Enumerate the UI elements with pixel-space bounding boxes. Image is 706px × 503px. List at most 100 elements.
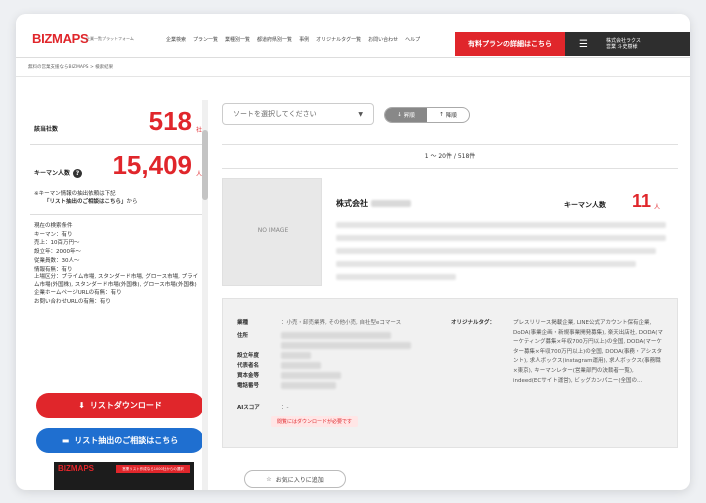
nav-original-tags[interactable]: オリジナルタグ一覧	[316, 36, 361, 43]
download-icon: ⬇	[78, 401, 85, 410]
card-keyman-unit: 人	[654, 204, 661, 211]
banner-logo: BIZMAPS	[58, 464, 94, 473]
search-sidebar: 該当社数 518 社 キーマン人数? 15,409 人 ※キーマン情報の抽出依頼…	[30, 98, 206, 490]
toggle-asc[interactable]: ↓ 昇順	[385, 108, 427, 122]
industry-value: ：小売・卸売業界, その他小売, 自社型eコマース	[281, 320, 402, 326]
nav-plans[interactable]: プラン一覧	[193, 36, 218, 43]
list-consult-button[interactable]: ▬ リスト抽出のご相談はこちら	[36, 428, 204, 453]
divider	[30, 144, 206, 145]
blurred-line	[281, 352, 311, 359]
site-header: BIZMAPS 企業一覧プラットフォーム 企業検索 プラン一覧 業種別一覧 都道…	[16, 14, 690, 58]
keyman-label-wrap: キーマン人数?	[34, 168, 83, 178]
hamburger-icon[interactable]: ☰	[579, 39, 588, 50]
detail-row: 電話番号	[237, 381, 437, 391]
sort-placeholder: ソートを選択してください	[233, 110, 317, 118]
bizmaps-logo[interactable]: BIZMAPS	[32, 31, 89, 46]
keyman-note: ※キーマン情報の抽出依頼は下記 「リスト抽出のご相談はこちら」から	[34, 190, 138, 206]
blurred-description	[336, 222, 670, 287]
blurred-line	[281, 382, 336, 389]
blurred-line	[336, 274, 456, 280]
nav-contact[interactable]: お問い合わせ	[368, 36, 398, 43]
sort-desc-icon: ↑	[439, 112, 444, 118]
toggle-desc[interactable]: ↑ 降順	[427, 108, 469, 122]
company-prefix: 株式会社	[336, 199, 368, 208]
company-info-box: 業種 ：小売・卸売業界, その他小売, 自社型eコマース 住所 設立年度 代表者名…	[222, 298, 678, 448]
add-favorite-button[interactable]: ☆ お気に入りに追加	[244, 470, 346, 488]
help-icon[interactable]: ?	[73, 169, 83, 178]
note-tail: から	[126, 199, 138, 205]
keyman-label: キーマン人数	[34, 170, 71, 177]
ai-score-value: ：-	[281, 405, 289, 411]
tags-label: オリジナルタグ：	[451, 320, 496, 326]
chat-icon: ▬	[61, 436, 70, 445]
conditions-title: 現在の検索条件	[34, 223, 73, 229]
consult-label: リスト抽出のご相談はこちら	[74, 436, 179, 445]
hits-stat: 該当社数 518 社	[30, 106, 206, 136]
detail-key: 設立年度	[237, 353, 260, 359]
condition-item: 設立年：2000年〜	[34, 249, 81, 256]
no-image-text: NO IMAGE	[257, 227, 289, 234]
divider	[222, 168, 678, 169]
detail-key: 電話番号	[237, 383, 260, 389]
company-name[interactable]: 株式会社	[336, 198, 411, 209]
account-user: 営業 斗史樹様	[605, 44, 638, 50]
results-panel: ソートを選択してください ▼ ↓ 昇順 ↑ 降順 1 〜 20件 / 518件 NO…	[222, 98, 678, 490]
consult-link[interactable]: 「リスト抽出のご相談はこちら」	[44, 199, 127, 205]
detail-key: 業種	[237, 320, 249, 326]
fav-label: お気に入りに追加	[275, 476, 324, 484]
hits-value: 518	[148, 106, 192, 136]
nav-cases[interactable]: 事例	[299, 36, 309, 43]
original-tags: オリジナルタグ： プレスリリース掲載企業, LINE公式アカウント保有企業, D…	[451, 319, 667, 386]
search-conditions: 現在の検索条件 キーマン：有り 売上：10百万円〜 設立年：2000年〜 従業員…	[34, 222, 202, 307]
blurred-line	[281, 372, 341, 379]
blurred-value	[281, 361, 431, 371]
keyman-value: 15,409	[112, 150, 192, 180]
detail-key: AIスコア	[237, 405, 260, 411]
card-keyman-label: キーマン人数	[564, 201, 606, 209]
condition-item: 上場区分：プライム市場, スタンダード市場, グロース市場, プライム市場(外国…	[34, 274, 199, 288]
nav-company-search[interactable]: 企業検索	[166, 36, 186, 43]
detail-row: 業種 ：小売・卸売業界, その他小売, 自社型eコマース	[237, 319, 437, 327]
detail-row: 住所	[237, 331, 437, 351]
promo-banner[interactable]: BIZMAPS 営業リスト作成なら1000社からの選択	[54, 462, 194, 490]
blurred-line	[281, 362, 321, 369]
nav-help[interactable]: ヘルプ	[405, 36, 420, 43]
caret-down-icon: ▼	[358, 110, 363, 118]
banner-tag: 営業リスト作成なら1000社からの選択	[116, 465, 190, 473]
download-required-badge: 閲覧にはダウンロードが必要です	[271, 416, 359, 427]
detail-row: 資本金等	[237, 371, 437, 381]
detail-key: 代表者名	[237, 363, 260, 369]
browser-frame: BIZMAPS 企業一覧プラットフォーム 企業検索 プラン一覧 業種別一覧 都道…	[16, 14, 690, 490]
star-icon: ☆	[266, 475, 272, 483]
condition-item: 情報有無：有り	[34, 266, 73, 273]
order-toggle[interactable]: ↓ 昇順 ↑ 降順	[384, 107, 470, 123]
divider	[222, 144, 678, 145]
paid-plan-button[interactable]: 有料プランの詳細はこちら	[455, 32, 565, 56]
sort-select[interactable]: ソートを選択してください ▼	[222, 103, 374, 125]
sidebar-scroll-thumb[interactable]	[202, 130, 208, 200]
card-keyman-value: 11	[632, 191, 652, 211]
tags-value[interactable]: プレスリリース掲載企業, LINE公式アカウント保有企業, DoDA(事業企画・…	[513, 319, 663, 386]
detail-key: 住所	[237, 333, 249, 339]
account-menu[interactable]: ☰ 株式会社ラクス 営業 斗史樹様	[565, 32, 690, 56]
detail-row: 代表者名	[237, 361, 437, 371]
company-image[interactable]: NO IMAGE	[222, 178, 322, 286]
nav-industries[interactable]: 業種別一覧	[225, 36, 250, 43]
blurred-value	[281, 331, 431, 351]
list-download-button[interactable]: ⬇ リストダウンロード	[36, 393, 204, 418]
condition-item: キーマン：有り	[34, 231, 73, 238]
keyman-stat: キーマン人数? 15,409 人	[30, 150, 206, 180]
blurred-line	[336, 261, 636, 267]
download-label: リストダウンロード	[89, 401, 162, 410]
blurred-line	[336, 248, 656, 254]
toggle-desc-label: 降順	[445, 113, 457, 119]
condition-item: お問い合わせURLの有無：有り	[34, 298, 111, 305]
blurred-line	[336, 222, 666, 228]
breadcrumb[interactable]: 無料の営業支援ならBIZMAPS > 検索結果	[28, 64, 113, 70]
detail-row: AIスコア ：-	[237, 403, 437, 413]
logo-subtitle: 企業一覧プラットフォーム	[86, 36, 134, 41]
blurred-value	[281, 351, 431, 361]
nav-prefectures[interactable]: 都道府県別一覧	[257, 36, 292, 43]
toggle-asc-label: 昇順	[403, 113, 415, 119]
blurred-company-name	[370, 200, 411, 207]
